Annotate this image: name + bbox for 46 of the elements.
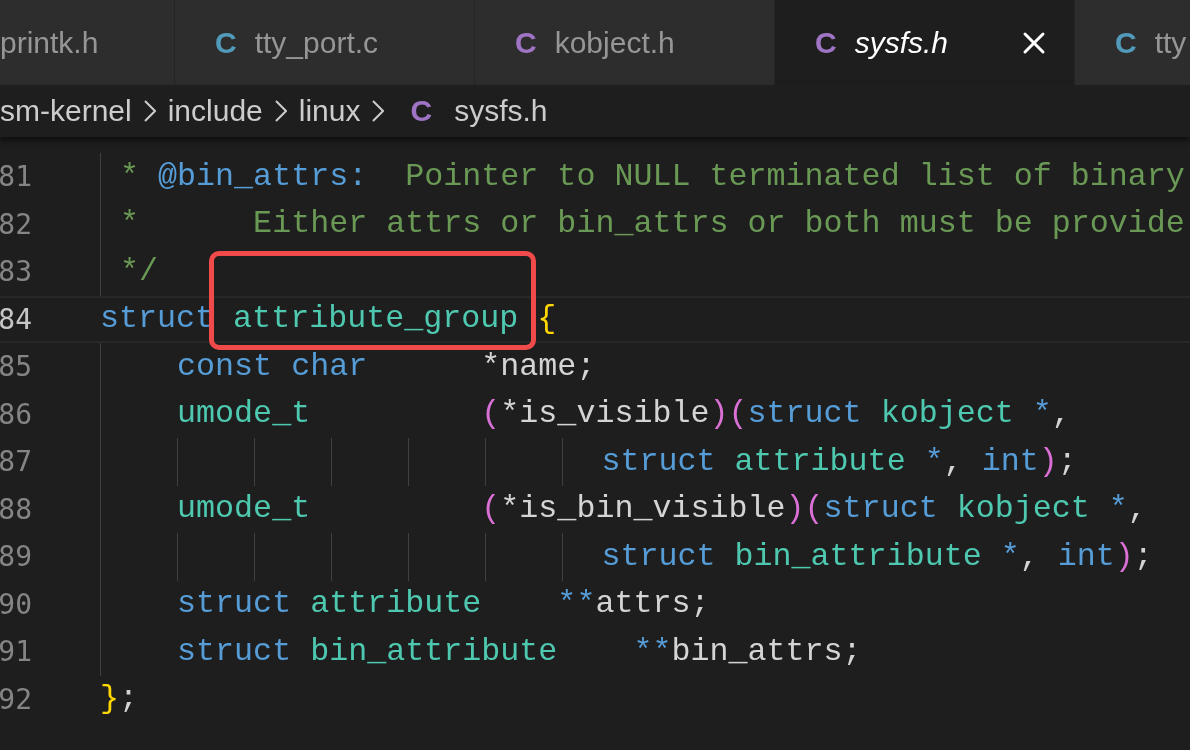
line-number: 82 [0,207,32,241]
c-file-icon: C [215,25,237,60]
breadcrumb-item[interactable]: include [167,94,263,128]
code-line: struct attribute_group { [100,297,557,341]
line-number: 88 [0,492,32,526]
c-file-icon: C [815,25,837,60]
tab-label: sysfs.h [854,25,949,60]
code-line: const char *name; [100,345,596,389]
editor-tab[interactable]: C tty [1075,0,1190,85]
tab-label: tty [1154,25,1187,60]
line-number: 92 [0,682,32,716]
chevron-right-icon [143,100,156,122]
breadcrumb-item[interactable]: linux [298,94,361,128]
line-number: 91 [0,635,32,669]
code-line: }; [100,680,139,720]
chevron-right-icon [372,100,385,122]
tab-label: tty_port.c [254,25,379,60]
code-line: * Either attrs or bin_attrs or both must be provide [100,202,1185,246]
breadcrumb-item[interactable]: sysfs.h [454,94,548,128]
c-file-icon: C [515,25,537,60]
line-number: 81 [0,160,32,194]
code-line: umode_t (*is_visible)(struct kobject *, [100,392,1071,436]
line-number: 84 [0,302,32,336]
code-line: struct bin_attribute *, int); [100,535,1153,579]
code-line: */ [100,250,159,294]
editor-tab[interactable]: C kobject.h [475,0,775,85]
code-line: * @bin_attrs: Pointer to NULL terminated list of binary [100,155,1185,199]
editor-tab[interactable]: C tty_port.c [175,0,475,85]
code-line: struct attribute *, int); [100,440,1077,484]
tab-label: printk.h [0,25,99,60]
editor-tab[interactable]: C sysfs.h [775,0,1075,85]
line-number: 90 [0,587,32,621]
editor-tab[interactable]: printk.h [0,0,175,85]
breadcrumb-item[interactable]: sm-kernel [0,94,132,128]
code-line: umode_t (*is_bin_visible)(struct kobject *, [100,487,1147,531]
line-number: 89 [0,540,32,574]
c-file-icon: C [410,94,433,128]
line-number: 86 [0,397,32,431]
line-number: 87 [0,445,32,479]
line-number: 85 [0,350,32,384]
code-line: struct attribute **attrs; [100,582,710,626]
code-line: struct bin_attribute **bin_attrs; [100,630,862,674]
line-number: 83 [0,255,32,289]
chevron-right-icon [274,100,287,122]
tab-label: kobject.h [554,25,675,60]
c-file-icon: C [1115,25,1137,60]
